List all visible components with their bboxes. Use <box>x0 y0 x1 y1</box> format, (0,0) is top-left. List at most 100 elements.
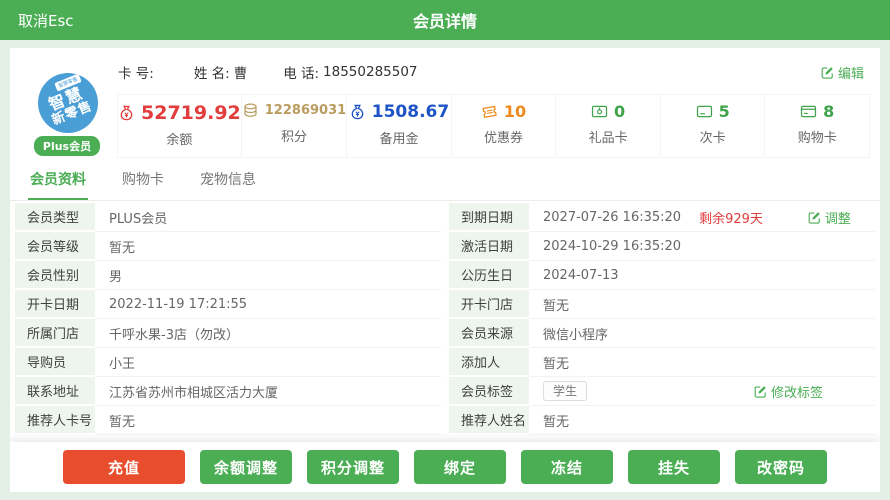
money-bag-icon <box>349 104 366 121</box>
link-label: 调整 <box>825 208 851 227</box>
profile-value-text: PLUS会员 <box>109 208 167 227</box>
logo-column: 智慧零售 智慧 新零售 Plus会员 <box>10 48 118 155</box>
profile-value-text: 2024-10-29 16:35:20 <box>543 239 681 254</box>
card-number-label: 卡 号: <box>118 62 154 82</box>
stat-label: 余额 <box>118 129 241 148</box>
member-top-row: 智慧零售 智慧 新零售 Plus会员 卡 号: 姓 名: 曹 电 话: <box>10 48 880 155</box>
profile-row: 所属门店千呼水果-3店（勿改） <box>15 319 441 348</box>
stat-value-row: 0 <box>591 102 625 121</box>
page-title: 会员详情 <box>0 8 890 32</box>
profile-row-value: 暂无 <box>529 406 875 435</box>
profile-row-label: 推荐人卡号 <box>15 406 95 435</box>
profile-row-value: 学生修改标签 <box>529 377 875 406</box>
stat-value: 122869031 <box>265 103 346 118</box>
profile-row: 推荐人卡号暂无 <box>15 406 441 435</box>
link-label: 修改标签 <box>771 382 823 401</box>
stat-value-row: 122869031 <box>242 102 346 119</box>
profile-row-value: 微信小程序 <box>529 319 875 348</box>
profile-row: 推荐人姓名暂无 <box>449 406 875 435</box>
stat-value: 5 <box>719 102 730 121</box>
profile-row: 公历生日 2024-07-13 <box>449 261 875 290</box>
profile-value-text: 千呼水果-3店（勿改） <box>109 324 239 343</box>
profile-row-value: PLUS会员 <box>95 203 441 232</box>
tab-bar: 会员资料购物卡宠物信息 <box>10 155 880 201</box>
phone-label: 电 话: <box>283 62 319 82</box>
tab-shopping-card[interactable]: 购物卡 <box>120 165 166 200</box>
profile-value-text: 2024-07-13 <box>543 268 619 283</box>
profile-row-label: 开卡门店 <box>449 290 529 319</box>
profile-row: 添加人暂无 <box>449 348 875 377</box>
profile-row-value: 男 <box>95 261 441 290</box>
stat-label: 礼品卡 <box>556 127 660 146</box>
profile-row-label: 会员性别 <box>15 261 95 290</box>
tab-pet-info[interactable]: 宠物信息 <box>198 165 258 200</box>
stat-label: 备用金 <box>347 128 451 147</box>
profile-row: 激活日期 2024-10-29 16:35:20 <box>449 232 875 261</box>
profile-row-label: 所属门店 <box>15 319 95 348</box>
stat-balance: 52719.92余额 <box>117 94 242 158</box>
profile-row: 开卡日期2022-11-19 17:21:55 <box>15 290 441 319</box>
profile-row-label: 添加人 <box>449 348 529 377</box>
profile-row-label: 会员等级 <box>15 232 95 261</box>
profile-row: 会员性别男 <box>15 261 441 290</box>
money-bag-icon <box>118 105 135 122</box>
profile-row-value: 江苏省苏州市相城区活力大厦 <box>95 377 441 406</box>
name-value: 曹 <box>234 62 248 82</box>
change-password-button[interactable]: 改密码 <box>735 450 827 484</box>
edit-label: 编辑 <box>838 63 864 82</box>
stat-value: 0 <box>614 102 625 121</box>
profile-row: 联系地址江苏省苏州市相城区活力大厦 <box>15 377 441 406</box>
profile-row-value: 2027-07-26 16:35:20剩余929天调整 <box>529 203 875 232</box>
edit-icon <box>754 385 767 398</box>
profile-row-label: 推荐人姓名 <box>449 406 529 435</box>
bind-button[interactable]: 绑定 <box>414 450 506 484</box>
profile-row-label: 联系地址 <box>15 377 95 406</box>
profile-row-value: 暂无 <box>95 232 441 261</box>
name-group: 姓 名: 曹 <box>194 62 247 82</box>
report-loss-button[interactable]: 挂失 <box>628 450 720 484</box>
tab-member-profile[interactable]: 会员资料 <box>28 165 88 200</box>
profile-row-label: 会员来源 <box>449 319 529 348</box>
stat-value-row: 10 <box>481 102 526 121</box>
profile-row-value: 千呼水果-3店（勿改） <box>95 319 441 348</box>
stat-label: 次卡 <box>661 127 765 146</box>
profile-value-text: 暂无 <box>109 411 135 430</box>
profile-row-value: 小王 <box>95 348 441 377</box>
profile-row-label: 公历生日 <box>449 261 529 290</box>
stat-value: 1508.67 <box>372 102 449 122</box>
member-detail-card: 智慧零售 智慧 新零售 Plus会员 卡 号: 姓 名: 曹 电 话: <box>10 48 880 492</box>
balance-adjust-button[interactable]: 余额调整 <box>200 450 292 484</box>
recharge-button[interactable]: 充值 <box>63 450 185 484</box>
profile-row-label: 会员标签 <box>449 377 529 406</box>
profile-value-text: 男 <box>109 266 122 285</box>
edit-tags-link[interactable]: 修改标签 <box>754 382 823 401</box>
shopping-card-icon <box>800 103 817 120</box>
adjust-expiry-link[interactable]: 调整 <box>808 208 851 227</box>
profile-row-value: 2022-11-19 17:21:55 <box>95 290 441 319</box>
phone-value: 18550285507 <box>323 64 417 80</box>
freeze-button[interactable]: 冻结 <box>521 450 613 484</box>
profile-value-text: 江苏省苏州市相城区活力大厦 <box>109 382 278 401</box>
profile-row-value: 暂无 <box>95 406 441 435</box>
profile-row: 到期日期2027-07-26 16:35:20剩余929天调整 <box>449 203 875 232</box>
member-level-badge: Plus会员 <box>34 136 100 156</box>
profile-row-label: 激活日期 <box>449 232 529 261</box>
stat-value: 10 <box>504 102 526 121</box>
profile-row-label: 到期日期 <box>449 203 529 232</box>
member-main-column: 卡 号: 姓 名: 曹 电 话: 18550285507 编辑 52719.92… <box>118 48 880 155</box>
profile-row-value: 暂无 <box>529 348 875 377</box>
member-header: 卡 号: 姓 名: 曹 电 话: 18550285507 编辑 <box>118 56 880 88</box>
edit-icon <box>808 211 821 224</box>
member-stats-row: 52719.92余额122869031积分1508.67备用金10优惠券0礼品卡… <box>118 94 870 158</box>
profile-row: 会员标签学生修改标签 <box>449 377 875 406</box>
coins-icon <box>242 102 259 119</box>
profile-row-value: 2024-07-13 <box>529 261 875 290</box>
stat-value-row: 5 <box>696 102 730 121</box>
stat-value: 8 <box>823 102 834 121</box>
edit-member-button[interactable]: 编辑 <box>821 63 864 82</box>
points-adjust-button[interactable]: 积分调整 <box>307 450 399 484</box>
profile-row-label: 开卡日期 <box>15 290 95 319</box>
profile-value-text: 微信小程序 <box>543 324 608 343</box>
cancel-button[interactable]: 取消Esc <box>18 10 74 31</box>
profile-value-text: 暂无 <box>543 353 569 372</box>
